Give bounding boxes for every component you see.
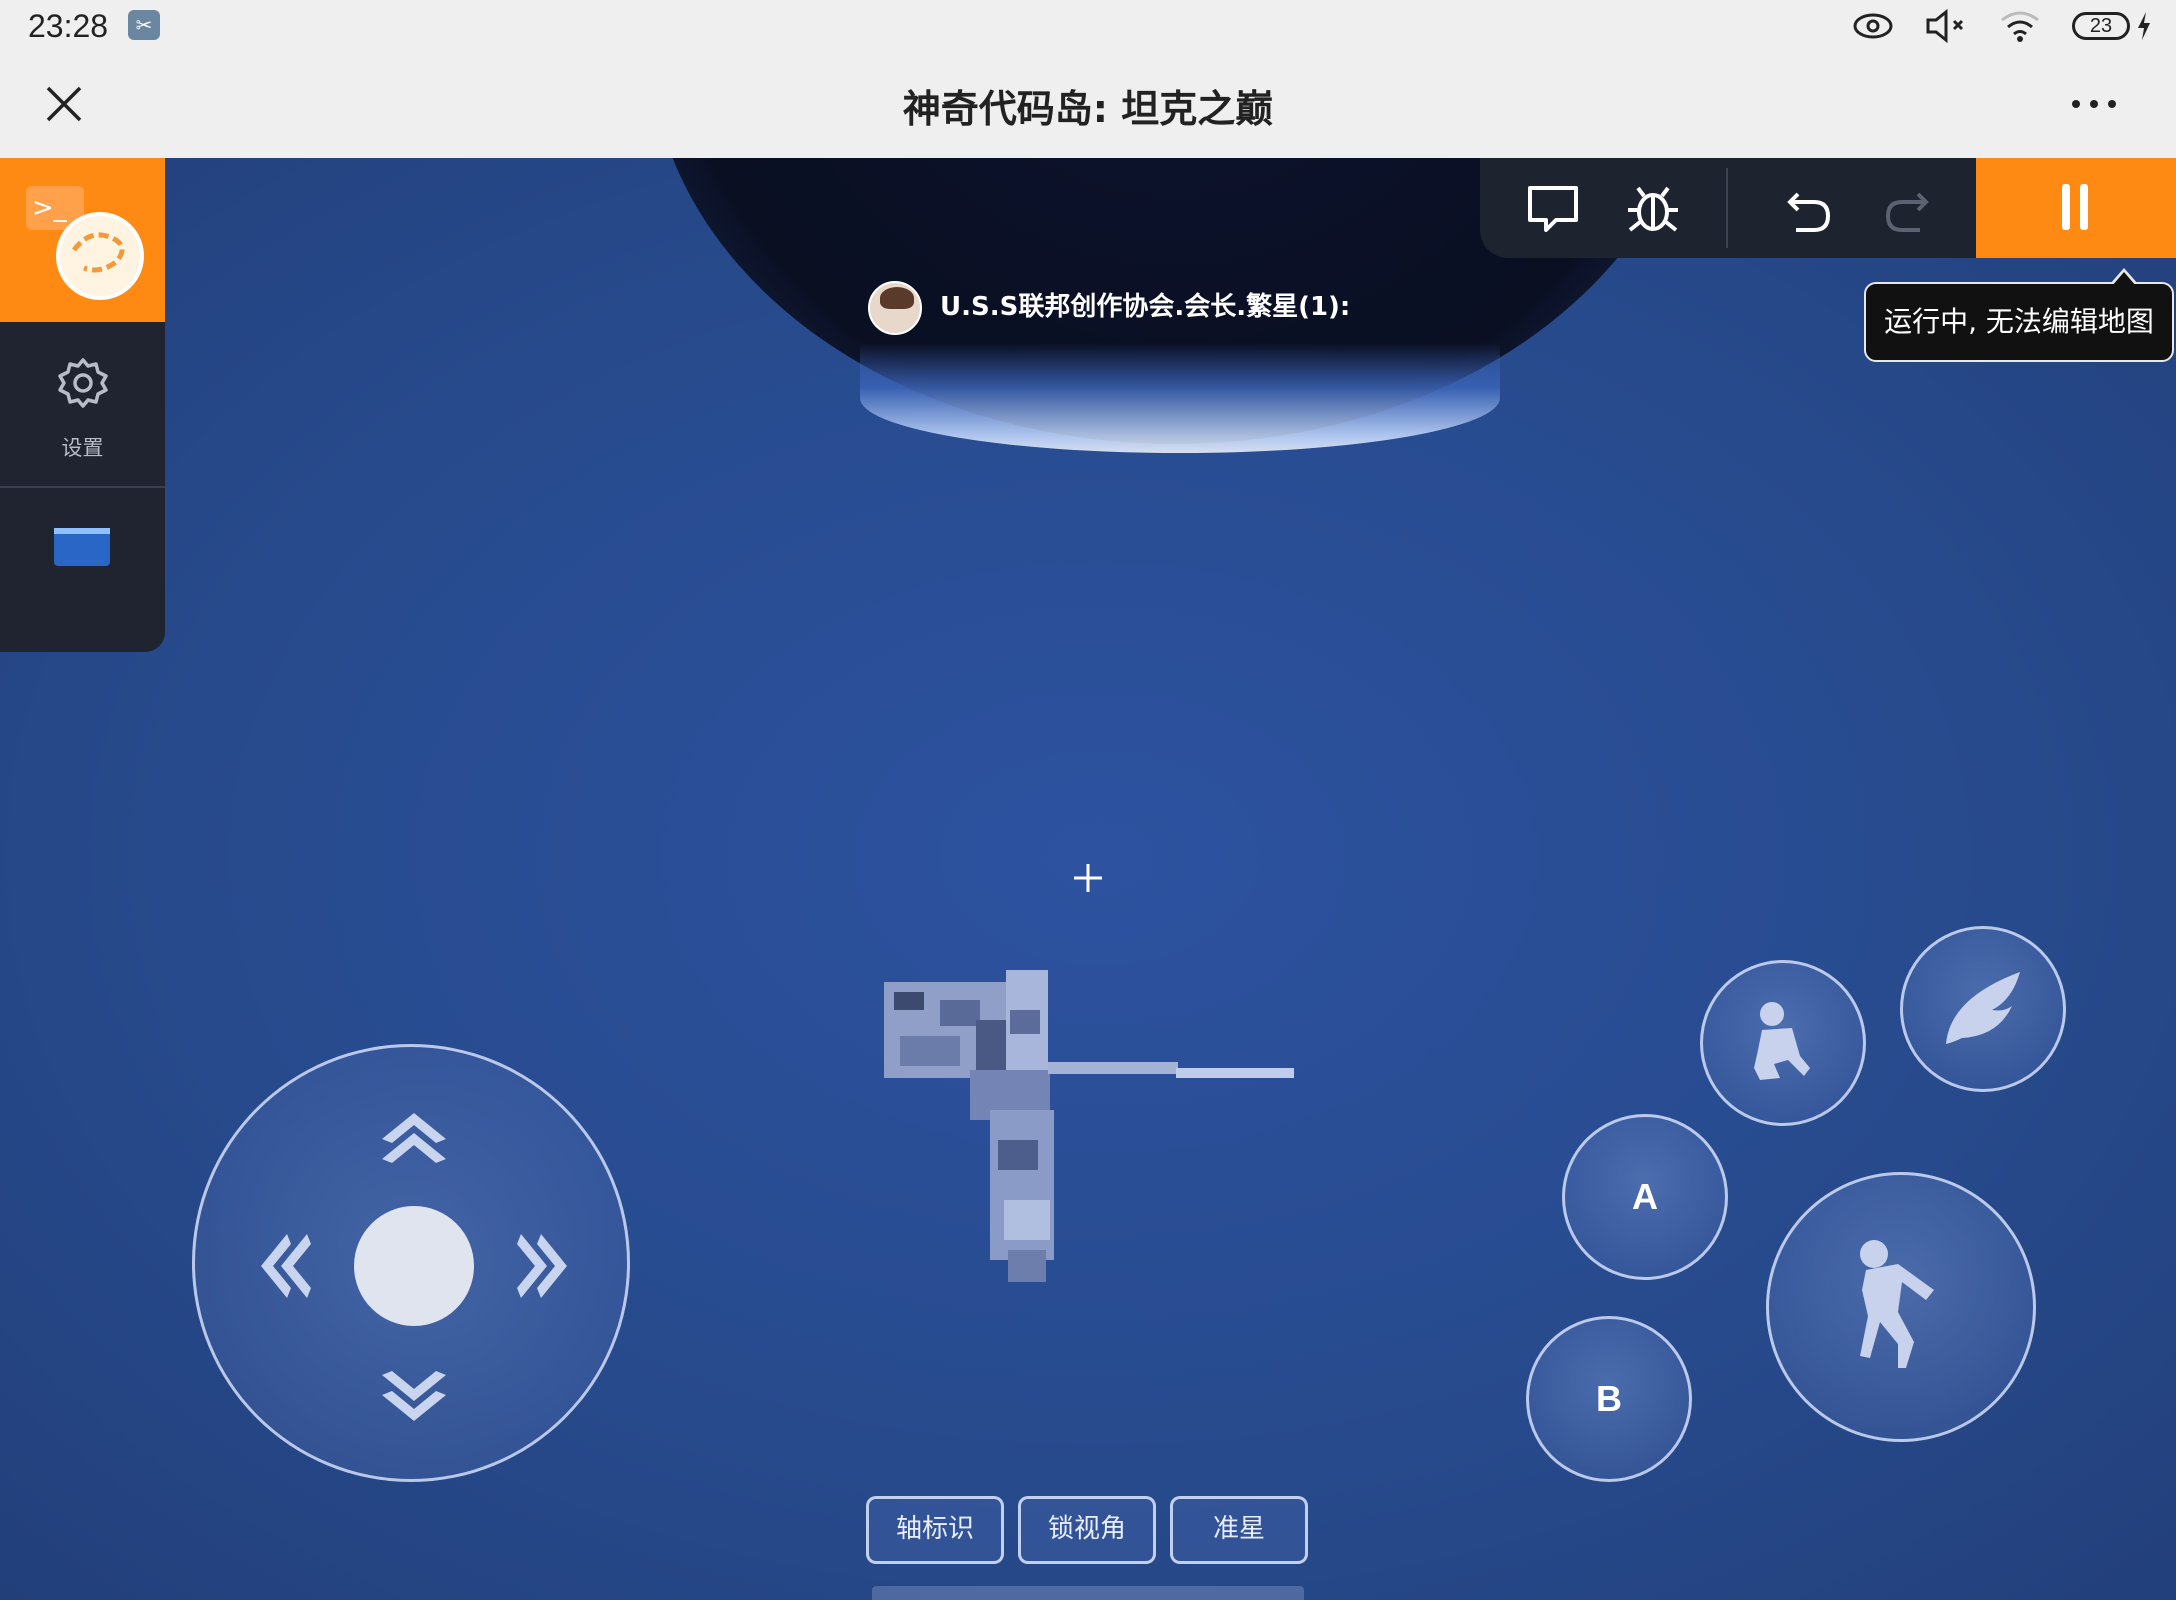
arrow-right-icon	[517, 1234, 567, 1298]
crosshair-icon	[1074, 864, 1102, 892]
title-bar: 神奇代码岛: 坦克之巅	[0, 50, 2176, 158]
status-time: 23:28	[28, 8, 109, 44]
editor-toolbar	[1480, 158, 1976, 258]
sphere-rim-glow	[860, 343, 1500, 453]
button-b[interactable]: B	[1526, 1316, 1692, 1482]
button-a[interactable]: A	[1562, 1114, 1728, 1280]
scissors-icon: ✂	[128, 10, 160, 40]
wifi-icon	[2001, 11, 2039, 42]
crouch-icon	[1754, 1002, 1810, 1080]
crouch-button[interactable]	[1700, 960, 1866, 1126]
eye-icon	[1853, 13, 1893, 39]
sidebar-item-label: 设置	[61, 436, 104, 460]
redo-icon[interactable]	[1878, 180, 1936, 238]
app-logo[interactable]: >_	[0, 158, 165, 322]
arrow-down-icon	[382, 1371, 446, 1421]
codeisland-logo-icon	[56, 212, 144, 300]
crosshair-toggle-button[interactable]: 准星	[1170, 1496, 1308, 1564]
chat-avatar	[868, 281, 922, 335]
axis-marker-button[interactable]: 轴标识	[866, 1496, 1004, 1564]
jump-button[interactable]	[1766, 1172, 2036, 1442]
page-title: 神奇代码岛: 坦克之巅	[902, 87, 1274, 131]
movement-joystick[interactable]	[192, 1044, 630, 1482]
pause-icon	[2062, 184, 2070, 230]
sidebar-item-project[interactable]: 项目	[0, 488, 165, 652]
battery-indicator: 23	[2072, 12, 2130, 40]
arrow-left-icon	[261, 1234, 311, 1298]
chat-bubble-icon[interactable]	[1524, 180, 1582, 238]
chat-sender: U.S.S联邦创作协会.会长.繁星(1):	[940, 292, 1351, 322]
gear-icon	[58, 358, 108, 408]
project-thumbnail-icon	[54, 528, 110, 566]
status-bar: 23:28 ✂ 23	[0, 0, 2176, 50]
running-tooltip: 运行中, 无法编辑地图	[1864, 268, 2174, 362]
sidebar-item-settings[interactable]: 设置	[0, 322, 165, 486]
wing-feather-icon	[1946, 972, 2020, 1044]
toolbar-divider	[1726, 168, 1728, 248]
bug-debug-icon[interactable]	[1624, 180, 1682, 238]
charging-icon	[2138, 12, 2150, 40]
status-icons: 23	[1852, 6, 2152, 46]
tank-model	[884, 970, 1294, 1282]
more-options-button[interactable]	[2072, 100, 2120, 114]
undo-icon[interactable]	[1780, 180, 1838, 238]
jump-figure-icon	[1860, 1240, 1934, 1368]
joystick-knob[interactable]	[354, 1206, 474, 1326]
bottom-handle-bar[interactable]	[872, 1586, 1304, 1600]
lock-view-button[interactable]: 锁视角	[1018, 1496, 1156, 1564]
fly-button[interactable]	[1900, 926, 2066, 1092]
pause-button[interactable]	[1976, 158, 2176, 258]
arrow-up-icon	[382, 1113, 446, 1163]
speaker-muted-icon	[1926, 8, 1964, 44]
sidebar: >_ 设置 项目	[0, 158, 165, 652]
